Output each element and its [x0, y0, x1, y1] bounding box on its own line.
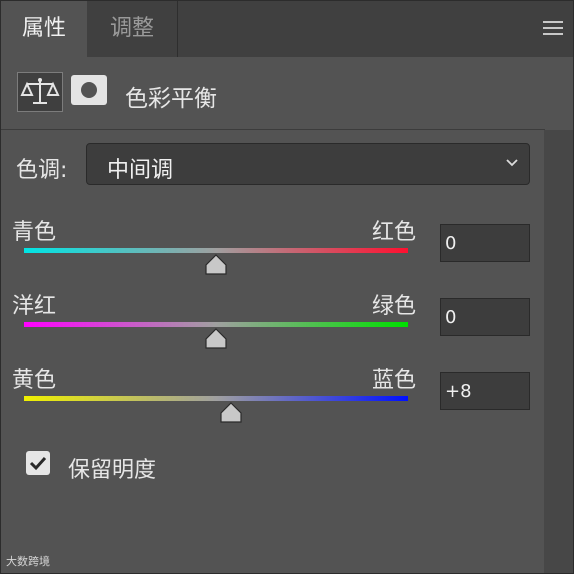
green-label: 绿色: [372, 294, 417, 319]
cyan-red-value-field[interactable]: 0: [440, 224, 530, 262]
divider: [1, 129, 545, 130]
tab-properties[interactable]: 属性: [1, 1, 87, 57]
yellow-blue-value-field[interactable]: +8: [440, 372, 530, 410]
tone-selected-value: 中间调: [107, 158, 174, 183]
tab-bar: 属性 调整: [1, 1, 573, 57]
preserve-luminosity-checkbox[interactable]: [26, 451, 50, 475]
tone-label: 色调:: [16, 158, 68, 183]
adjustment-title: 色彩平衡: [125, 86, 217, 112]
cyan-red-slider-thumb[interactable]: [204, 254, 228, 276]
layer-mask-icon[interactable]: [71, 75, 107, 105]
checkmark-icon: [29, 456, 47, 471]
magenta-green-value-field[interactable]: 0: [440, 298, 530, 336]
yellow-blue-slider-thumb[interactable]: [219, 402, 243, 424]
magenta-green-slider-track[interactable]: [24, 322, 408, 327]
yellow-blue-slider-track[interactable]: [24, 396, 408, 401]
chevron-down-icon: [506, 159, 518, 167]
tone-dropdown[interactable]: 中间调: [86, 143, 530, 185]
blue-label: 蓝色: [372, 368, 417, 393]
properties-panel: 属性 调整 色彩平衡 色调: 中间调 青色 红色 0 洋红 绿色 0 黄色 蓝色…: [0, 0, 574, 574]
magenta-green-slider-thumb[interactable]: [204, 328, 228, 350]
tab-divider: [177, 1, 178, 57]
cyan-label: 青色: [12, 220, 57, 245]
scrollbar-track[interactable]: [544, 130, 573, 573]
adjustment-header: 色彩平衡: [1, 57, 573, 130]
balance-scale-icon[interactable]: [17, 72, 63, 112]
hamburger-menu-icon[interactable]: [543, 21, 563, 37]
watermark-text: 大数跨境: [6, 555, 50, 568]
watermark: 大数跨境: [6, 553, 50, 569]
tab-adjustments[interactable]: 调整: [87, 1, 177, 57]
magenta-label: 洋红: [12, 294, 57, 319]
red-label: 红色: [372, 220, 417, 245]
yellow-label: 黄色: [12, 368, 57, 393]
cyan-red-slider-track[interactable]: [24, 248, 408, 253]
preserve-luminosity-label[interactable]: 保留明度: [68, 452, 156, 484]
